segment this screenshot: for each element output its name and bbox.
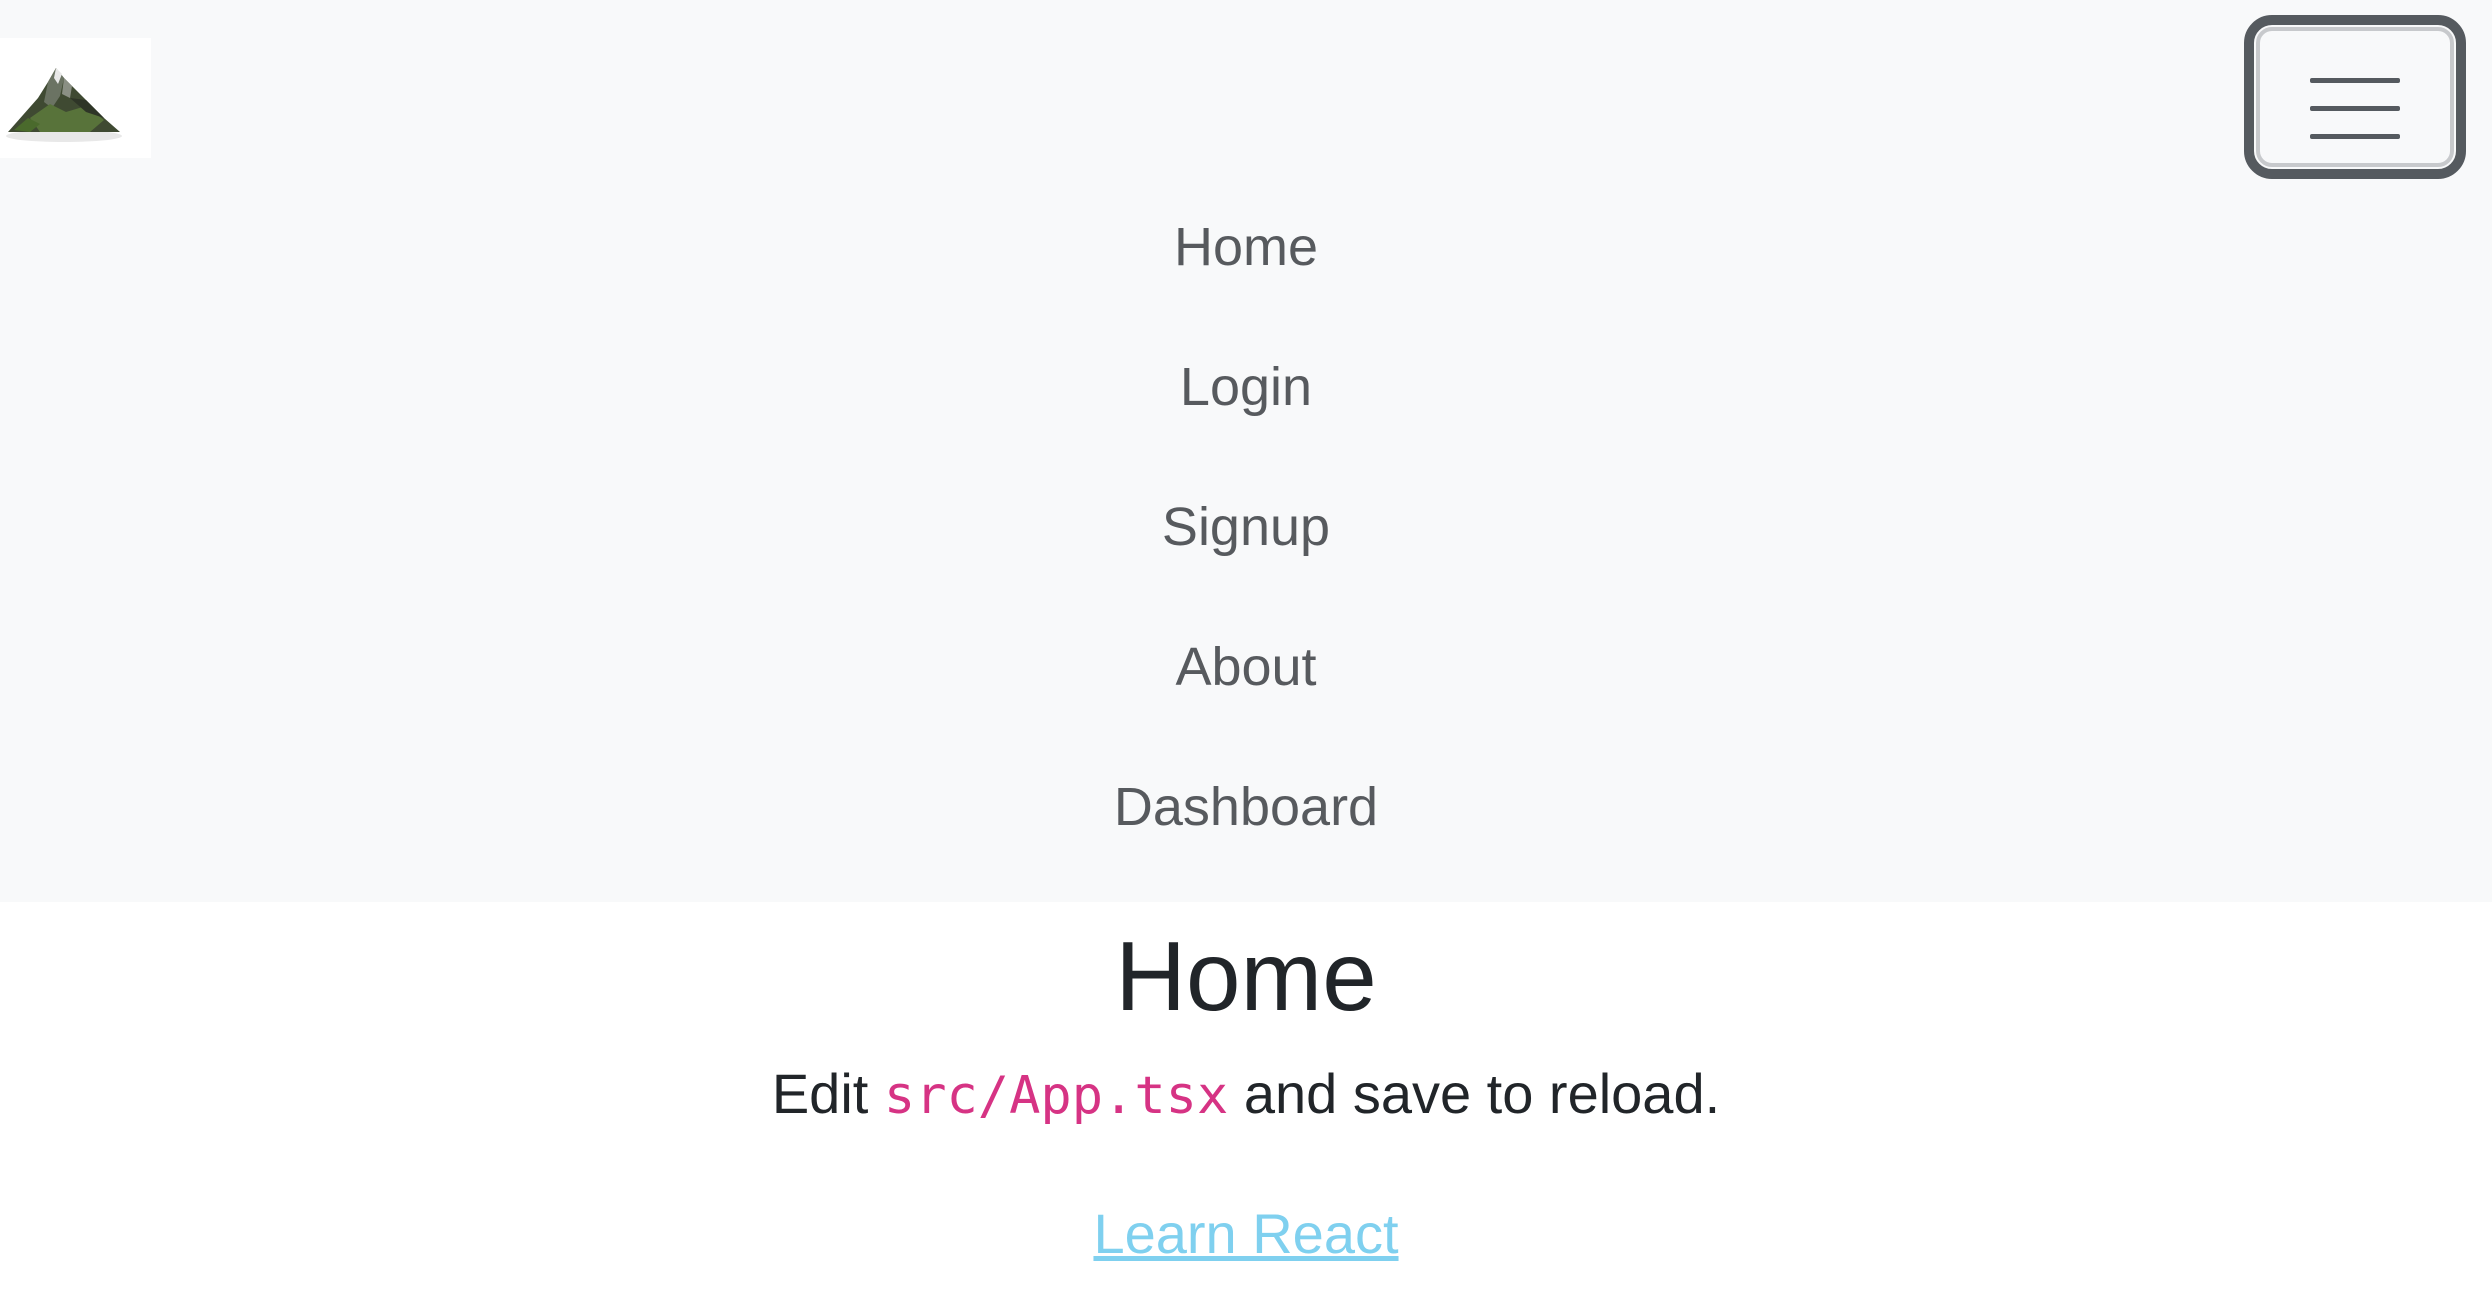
main-content: Home Edit src/App.tsx and save to reload… xyxy=(0,902,2492,1290)
navbar-toggler-button[interactable] xyxy=(2244,15,2466,179)
nav-link-about[interactable]: About xyxy=(0,632,2492,702)
code-path: src/App.tsx xyxy=(883,1066,1229,1126)
learn-link-container: Learn React xyxy=(0,1198,2492,1270)
hamburger-menu-icon xyxy=(2310,78,2400,139)
page-title: Home xyxy=(1115,921,1377,1031)
nav-link-signup[interactable]: Signup xyxy=(0,492,2492,562)
learn-react-link[interactable]: Learn React xyxy=(1093,1202,1398,1265)
edit-suffix: and save to reload. xyxy=(1228,1062,1721,1125)
nav-link-dashboard[interactable]: Dashboard xyxy=(0,772,2492,842)
edit-prefix: Edit xyxy=(771,1062,884,1125)
nav-link-login[interactable]: Login xyxy=(0,352,2492,422)
nav-link-home[interactable]: Home xyxy=(0,212,2492,282)
brand-logo[interactable] xyxy=(0,38,151,158)
edit-instruction: Edit src/App.tsx and save to reload. xyxy=(0,1058,2492,1132)
navbar: Home Login Signup About Dashboard xyxy=(0,0,2492,902)
mountain-icon xyxy=(0,38,151,158)
